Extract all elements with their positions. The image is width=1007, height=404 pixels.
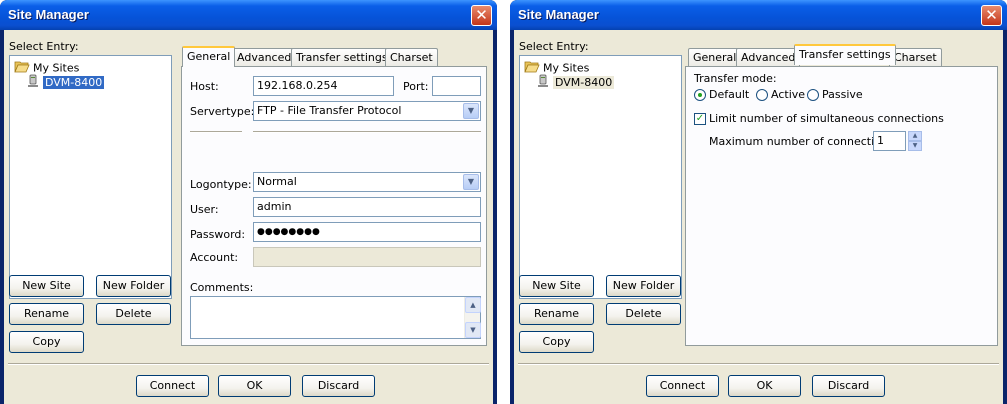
tab-advanced[interactable]: Advanced — [736, 48, 801, 66]
new-folder-button[interactable]: New Folder — [606, 275, 681, 297]
divider — [8, 363, 489, 365]
tab-charset[interactable]: Charset — [385, 48, 438, 66]
dialog-client: Select Entry: My Sites DVM-8400 New Site… — [514, 30, 1003, 404]
scrollbar[interactable]: ▲ ▼ — [464, 297, 481, 338]
site-manager-window-left: Site Manager ✕ Select Entry: My Sites DV… — [0, 0, 497, 404]
limit-connections-checkbox[interactable]: ✓ Limit number of simultaneous connection… — [694, 112, 944, 125]
radio-dot — [807, 89, 819, 101]
tab-transfer-settings[interactable]: Transfer settings — [291, 48, 393, 66]
radio-dot — [694, 89, 706, 101]
comments-label: Comments: — [190, 281, 254, 294]
port-label: Port: — [403, 80, 429, 93]
scroll-down-icon[interactable]: ▼ — [465, 322, 481, 338]
radio-dot — [756, 89, 768, 101]
new-site-button[interactable]: New Site — [9, 275, 84, 297]
site-tree[interactable]: My Sites DVM-8400 — [519, 55, 682, 299]
connect-button[interactable]: Connect — [646, 375, 719, 397]
tree-node-label: My Sites — [543, 61, 590, 75]
limit-connections-label: Limit number of simultaneous connections — [709, 112, 944, 125]
delete-button[interactable]: Delete — [606, 303, 681, 325]
transfer-mode-label: Transfer mode: — [694, 72, 777, 85]
max-connections-label: Maximum number of connections: — [709, 135, 898, 148]
chevron-down-icon[interactable]: ▼ — [463, 174, 479, 190]
tree-node-label: DVM-8400 — [553, 76, 615, 89]
ok-button[interactable]: OK — [218, 375, 291, 397]
tree-node-dvm-8400[interactable]: DVM-8400 — [26, 74, 105, 89]
divider — [253, 131, 481, 133]
delete-button[interactable]: Delete — [96, 303, 171, 325]
host-input[interactable]: 192.168.0.254 — [253, 76, 394, 96]
radio-default-label: Default — [709, 88, 750, 101]
ok-button[interactable]: OK — [728, 375, 801, 397]
computer-icon — [536, 74, 550, 92]
window-title: Site Manager — [8, 7, 89, 22]
title-bar[interactable]: Site Manager ✕ — [510, 0, 1007, 30]
checkmark-icon: ✓ — [694, 113, 706, 125]
tab-transfer-settings[interactable]: Transfer settings — [794, 44, 896, 65]
user-label: User: — [190, 203, 219, 216]
discard-button[interactable]: Discard — [302, 375, 375, 397]
select-entry-label: Select Entry: — [519, 40, 589, 53]
radio-active[interactable]: Active — [756, 88, 805, 101]
host-label: Host: — [190, 80, 219, 93]
select-entry-label: Select Entry: — [9, 40, 79, 53]
close-icon[interactable]: ✕ — [471, 5, 492, 26]
tab-general[interactable]: General — [182, 46, 236, 67]
logontype-value: Normal — [257, 175, 297, 188]
account-input — [253, 247, 481, 267]
spin-down-icon[interactable]: ▼ — [908, 141, 922, 151]
servertype-label: Servertype: — [190, 105, 255, 118]
window-title: Site Manager — [518, 7, 599, 22]
general-tab-panel: Host: 192.168.0.254 Port: Servertype: FT… — [181, 66, 487, 346]
site-manager-window-right: Site Manager ✕ Select Entry: My Sites DV… — [510, 0, 1007, 404]
logontype-label: Logontype: — [190, 178, 252, 191]
radio-passive-label: Passive — [822, 88, 863, 101]
tree-node-label: DVM-8400 — [43, 76, 105, 89]
discard-button[interactable]: Discard — [812, 375, 885, 397]
comments-textarea[interactable]: ▲ ▼ — [190, 296, 481, 339]
tab-advanced[interactable]: Advanced — [232, 48, 297, 66]
servertype-select[interactable]: FTP - File Transfer Protocol ▼ — [253, 101, 481, 121]
computer-icon — [26, 74, 40, 92]
account-label: Account: — [190, 251, 239, 264]
new-site-button[interactable]: New Site — [519, 275, 594, 297]
password-input[interactable]: ●●●●●●●● — [253, 222, 481, 242]
site-tree[interactable]: My Sites DVM-8400 — [9, 55, 172, 299]
title-bar[interactable]: Site Manager ✕ — [0, 0, 497, 30]
tab-general[interactable]: General — [688, 48, 742, 66]
radio-passive[interactable]: Passive — [807, 88, 863, 101]
radio-default[interactable]: Default — [694, 88, 749, 101]
tree-node-my-sites[interactable]: My Sites — [524, 60, 590, 75]
password-label: Password: — [190, 228, 246, 241]
logontype-select[interactable]: Normal ▼ — [253, 172, 481, 192]
divider — [518, 363, 999, 365]
transfer-settings-tab-panel: Transfer mode: Default Active Passive ✓ L… — [685, 66, 998, 346]
tree-node-dvm-8400[interactable]: DVM-8400 — [536, 74, 615, 89]
radio-active-label: Active — [771, 88, 806, 101]
tree-node-label: My Sites — [33, 61, 80, 75]
user-input[interactable]: admin — [253, 197, 481, 217]
new-folder-button[interactable]: New Folder — [96, 275, 171, 297]
copy-button[interactable]: Copy — [9, 331, 84, 353]
spin-up-icon[interactable]: ▲ — [908, 131, 922, 141]
tab-charset[interactable]: Charset — [889, 48, 942, 66]
tree-node-my-sites[interactable]: My Sites — [14, 60, 80, 75]
chevron-down-icon[interactable]: ▼ — [463, 103, 479, 119]
rename-button[interactable]: Rename — [9, 303, 84, 325]
port-input[interactable] — [432, 76, 481, 96]
close-icon[interactable]: ✕ — [981, 5, 1002, 26]
divider — [190, 131, 242, 133]
rename-button[interactable]: Rename — [519, 303, 594, 325]
copy-button[interactable]: Copy — [519, 331, 594, 353]
servertype-value: FTP - File Transfer Protocol — [257, 104, 402, 117]
connect-button[interactable]: Connect — [136, 375, 209, 397]
scroll-up-icon[interactable]: ▲ — [465, 297, 481, 313]
quantity-stepper[interactable]: ▲ ▼ — [908, 131, 922, 151]
dialog-client: Select Entry: My Sites DVM-8400 New Site… — [4, 30, 493, 404]
max-connections-input[interactable]: 1 — [873, 131, 906, 151]
